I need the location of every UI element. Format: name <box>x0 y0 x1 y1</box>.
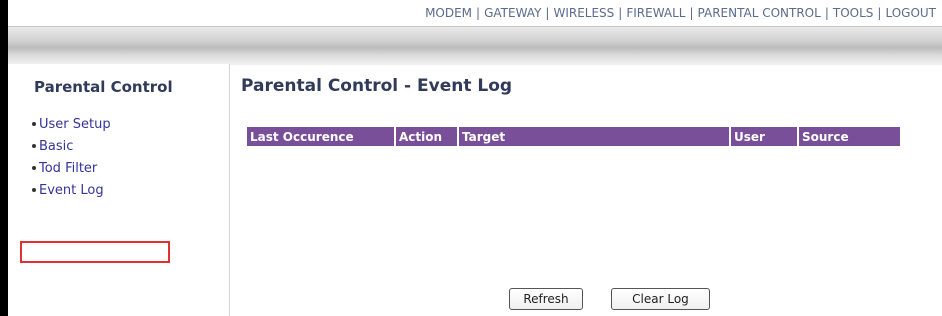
clear-log-button[interactable]: Clear Log <box>611 288 710 310</box>
nav-separator: | <box>545 6 550 20</box>
nav-link-parental-control[interactable]: PARENTAL CONTROL <box>698 6 821 20</box>
nav-link-wireless[interactable]: WIRELESS <box>553 6 614 20</box>
nav-link-modem[interactable]: MODEM <box>425 6 472 20</box>
highlight-annotation-box <box>20 241 170 263</box>
nav-link-tools[interactable]: TOOLS <box>833 6 874 20</box>
sidebar-item-tod-filter[interactable]: Tod Filter <box>32 158 111 180</box>
nav-separator: | <box>877 6 882 20</box>
column-header-action: Action <box>395 127 459 146</box>
router-admin-page: MODEM | GATEWAY | WIRELESS | FIREWALL | PARENTAL… <box>8 0 942 316</box>
sidebar: Parental Control User Setup Basic Tod Fi… <box>8 64 230 316</box>
sidebar-item-user-setup[interactable]: User Setup <box>32 114 111 136</box>
column-header-last-occurence: Last Occurence <box>247 127 396 146</box>
table-header-row: Last Occurence Action Target User Source <box>247 127 900 146</box>
sidebar-item-label: Basic <box>39 139 74 154</box>
top-navigation-links: MODEM | GATEWAY | WIRELESS | FIREWALL | PARENTAL… <box>425 0 936 26</box>
sidebar-item-basic[interactable]: Basic <box>32 136 111 158</box>
event-log-table: Last Occurence Action Target User Source <box>247 127 900 146</box>
window-left-border <box>0 0 8 316</box>
main-content: Parental Control - Event Log Last Occure… <box>230 64 942 316</box>
top-navigation: MODEM | GATEWAY | WIRELESS | FIREWALL | PARENTAL… <box>8 0 942 26</box>
nav-link-logout[interactable]: LOGOUT <box>885 6 936 20</box>
column-header-user: User <box>730 127 799 146</box>
nav-separator: | <box>476 6 481 20</box>
bullet-icon <box>32 121 36 126</box>
sidebar-item-event-log[interactable]: Event Log <box>32 180 111 202</box>
sidebar-item-label: Tod Filter <box>39 161 98 176</box>
sidebar-item-label: Event Log <box>39 183 104 198</box>
nav-link-gateway[interactable]: GATEWAY <box>484 6 541 20</box>
sidebar-item-label: User Setup <box>39 117 111 132</box>
sidebar-title: Parental Control <box>34 78 173 96</box>
column-header-source: Source <box>798 127 900 146</box>
bullet-icon <box>32 187 36 192</box>
header-banner <box>8 26 942 65</box>
nav-link-firewall[interactable]: FIREWALL <box>626 6 685 20</box>
bullet-icon <box>32 143 36 148</box>
nav-separator: | <box>689 6 694 20</box>
bullet-icon <box>32 165 36 170</box>
page-title: Parental Control - Event Log <box>241 76 513 96</box>
nav-separator: | <box>618 6 623 20</box>
refresh-button[interactable]: Refresh <box>509 288 583 310</box>
nav-separator: | <box>824 6 829 20</box>
sidebar-menu: User Setup Basic Tod Filter Event Log <box>32 114 111 202</box>
column-header-target: Target <box>458 127 731 146</box>
